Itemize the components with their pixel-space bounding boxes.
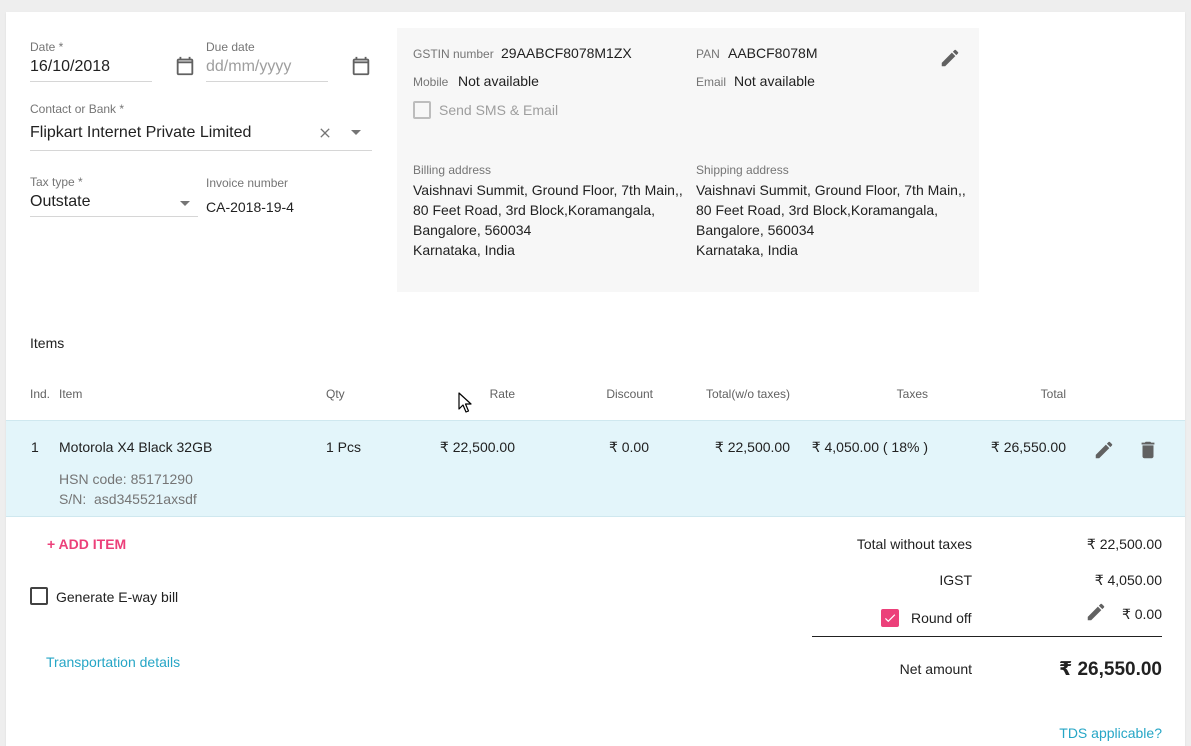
pan-label: PAN [696, 47, 720, 61]
col-item: Item [59, 387, 83, 401]
mobile-label: Mobile [413, 75, 449, 89]
due-date-input[interactable]: dd/mm/yyyy [206, 58, 328, 82]
row-total: ₹ 26,550.00 [990, 439, 1066, 455]
eway-bill-label: Generate E-way bill [56, 589, 179, 605]
contact-info-panel: GSTIN number 29AABCF8078M1ZX PAN AABCF80… [397, 28, 979, 292]
eway-bill-checkbox[interactable] [30, 587, 48, 605]
net-amount-value: ₹ 26,550.00 [1058, 659, 1162, 680]
igst-value: ₹ 4,050.00 [1094, 572, 1162, 588]
email-value: Not available [734, 73, 815, 89]
date-calendar-icon[interactable] [174, 55, 196, 77]
row-serial-number: S/N: asd345521axsdf [59, 491, 197, 507]
mobile-value: Not available [458, 73, 539, 89]
net-amount-label: Net amount [899, 661, 972, 677]
invoice-number-input[interactable]: CA-2018-19-4 [206, 199, 294, 215]
contact-label: Contact or Bank * [30, 102, 125, 116]
row-hsn-code: HSN code: 85171290 [59, 471, 193, 487]
add-item-button[interactable]: + ADD ITEM [47, 536, 126, 552]
transportation-details-link[interactable]: Transportation details [46, 654, 180, 670]
total-without-taxes-value: ₹ 22,500.00 [1086, 536, 1162, 552]
shipping-address: Vaishnavi Summit, Ground Floor, 7th Main… [696, 182, 966, 258]
date-input[interactable]: 16/10/2018 [30, 58, 152, 82]
date-label: Date * [30, 40, 64, 54]
row-qty: 1 Pcs [326, 439, 362, 455]
round-off-value: ₹ 0.00 [1121, 606, 1162, 622]
due-date-label: Due date [206, 40, 255, 54]
invoice-card: Date * 16/10/2018 Due date dd/mm/yyyy Co… [6, 12, 1185, 746]
due-date-calendar-icon[interactable] [350, 55, 372, 77]
delete-item-icon[interactable] [1137, 439, 1159, 461]
col-taxes: Taxes [896, 387, 928, 401]
invoice-number-label: Invoice number [206, 176, 289, 190]
round-off-label: Round off [911, 610, 972, 626]
col-total: Total [1040, 387, 1066, 401]
total-without-taxes-label: Total without taxes [856, 536, 972, 552]
email-label: Email [696, 75, 727, 89]
row-rate: ₹ 22,500.00 [439, 439, 515, 455]
mouse-cursor-icon [458, 392, 472, 414]
clear-contact-icon[interactable] [317, 125, 333, 141]
totals-divider [812, 636, 1162, 637]
edit-item-icon[interactable] [1093, 439, 1115, 461]
items-heading: Items [30, 335, 65, 351]
row-ind: 1 [31, 439, 39, 455]
gstin-label: GSTIN number [413, 47, 494, 61]
tax-type-select[interactable]: Outstate [30, 193, 198, 217]
send-sms-email-checkbox[interactable] [413, 101, 431, 119]
billing-address-label: Billing address [413, 163, 492, 177]
col-ind: Ind. [30, 387, 51, 401]
edit-contact-icon[interactable] [939, 47, 961, 69]
row-taxes: ₹ 4,050.00 ( 18% ) [811, 439, 928, 455]
col-total-wo-taxes: Total(w/o taxes) [705, 387, 790, 401]
send-sms-email-label: Send SMS & Email [439, 102, 559, 118]
igst-label: IGST [939, 572, 972, 588]
tax-type-dropdown-icon[interactable] [178, 198, 192, 208]
col-qty: Qty [326, 387, 345, 401]
round-off-checkbox[interactable] [881, 609, 899, 627]
row-total-wo-taxes: ₹ 22,500.00 [714, 439, 790, 455]
row-item-name: Motorola X4 Black 32GB [59, 439, 213, 455]
contact-dropdown-icon[interactable] [349, 127, 363, 137]
tds-applicable-link[interactable]: TDS applicable? [1006, 725, 1162, 741]
pan-value: AABCF8078M [728, 45, 818, 61]
billing-address: Vaishnavi Summit, Ground Floor, 7th Main… [413, 182, 683, 258]
shipping-address-label: Shipping address [696, 163, 789, 177]
col-discount: Discount [606, 387, 653, 401]
gstin-value: 29AABCF8078M1ZX [501, 45, 632, 61]
tax-type-label: Tax type * [30, 175, 83, 189]
row-discount: ₹ 0.00 [608, 439, 649, 455]
